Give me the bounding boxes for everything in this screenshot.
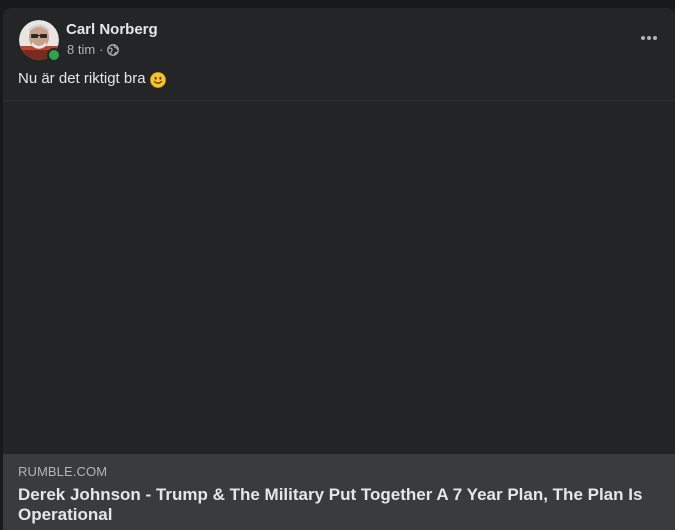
post-card: Carl Norberg 8 tim · Nu är det riktigt b…: [3, 8, 675, 530]
more-options-button[interactable]: [633, 26, 665, 50]
author-name[interactable]: Carl Norberg: [66, 21, 158, 39]
post-timestamp[interactable]: 8 tim: [67, 42, 95, 58]
link-domain: RUMBLE.COM: [18, 464, 108, 479]
post-message-text: Nu är det riktigt bra: [18, 70, 146, 87]
meta-separator: ·: [99, 42, 104, 57]
post-meta: 8 tim ·: [67, 42, 119, 58]
smiley-icon: [149, 72, 166, 88]
more-options-icon: [641, 36, 657, 40]
link-preview-footer[interactable]: RUMBLE.COM Derek Johnson - Trump & The M…: [3, 454, 675, 530]
globe-icon[interactable]: [106, 44, 119, 56]
post-message: Nu är det riktigt bra: [18, 70, 166, 88]
link-title[interactable]: Derek Johnson - Trump & The Military Put…: [18, 485, 658, 525]
link-media-preview[interactable]: [3, 101, 675, 454]
online-status-indicator: [47, 48, 61, 62]
